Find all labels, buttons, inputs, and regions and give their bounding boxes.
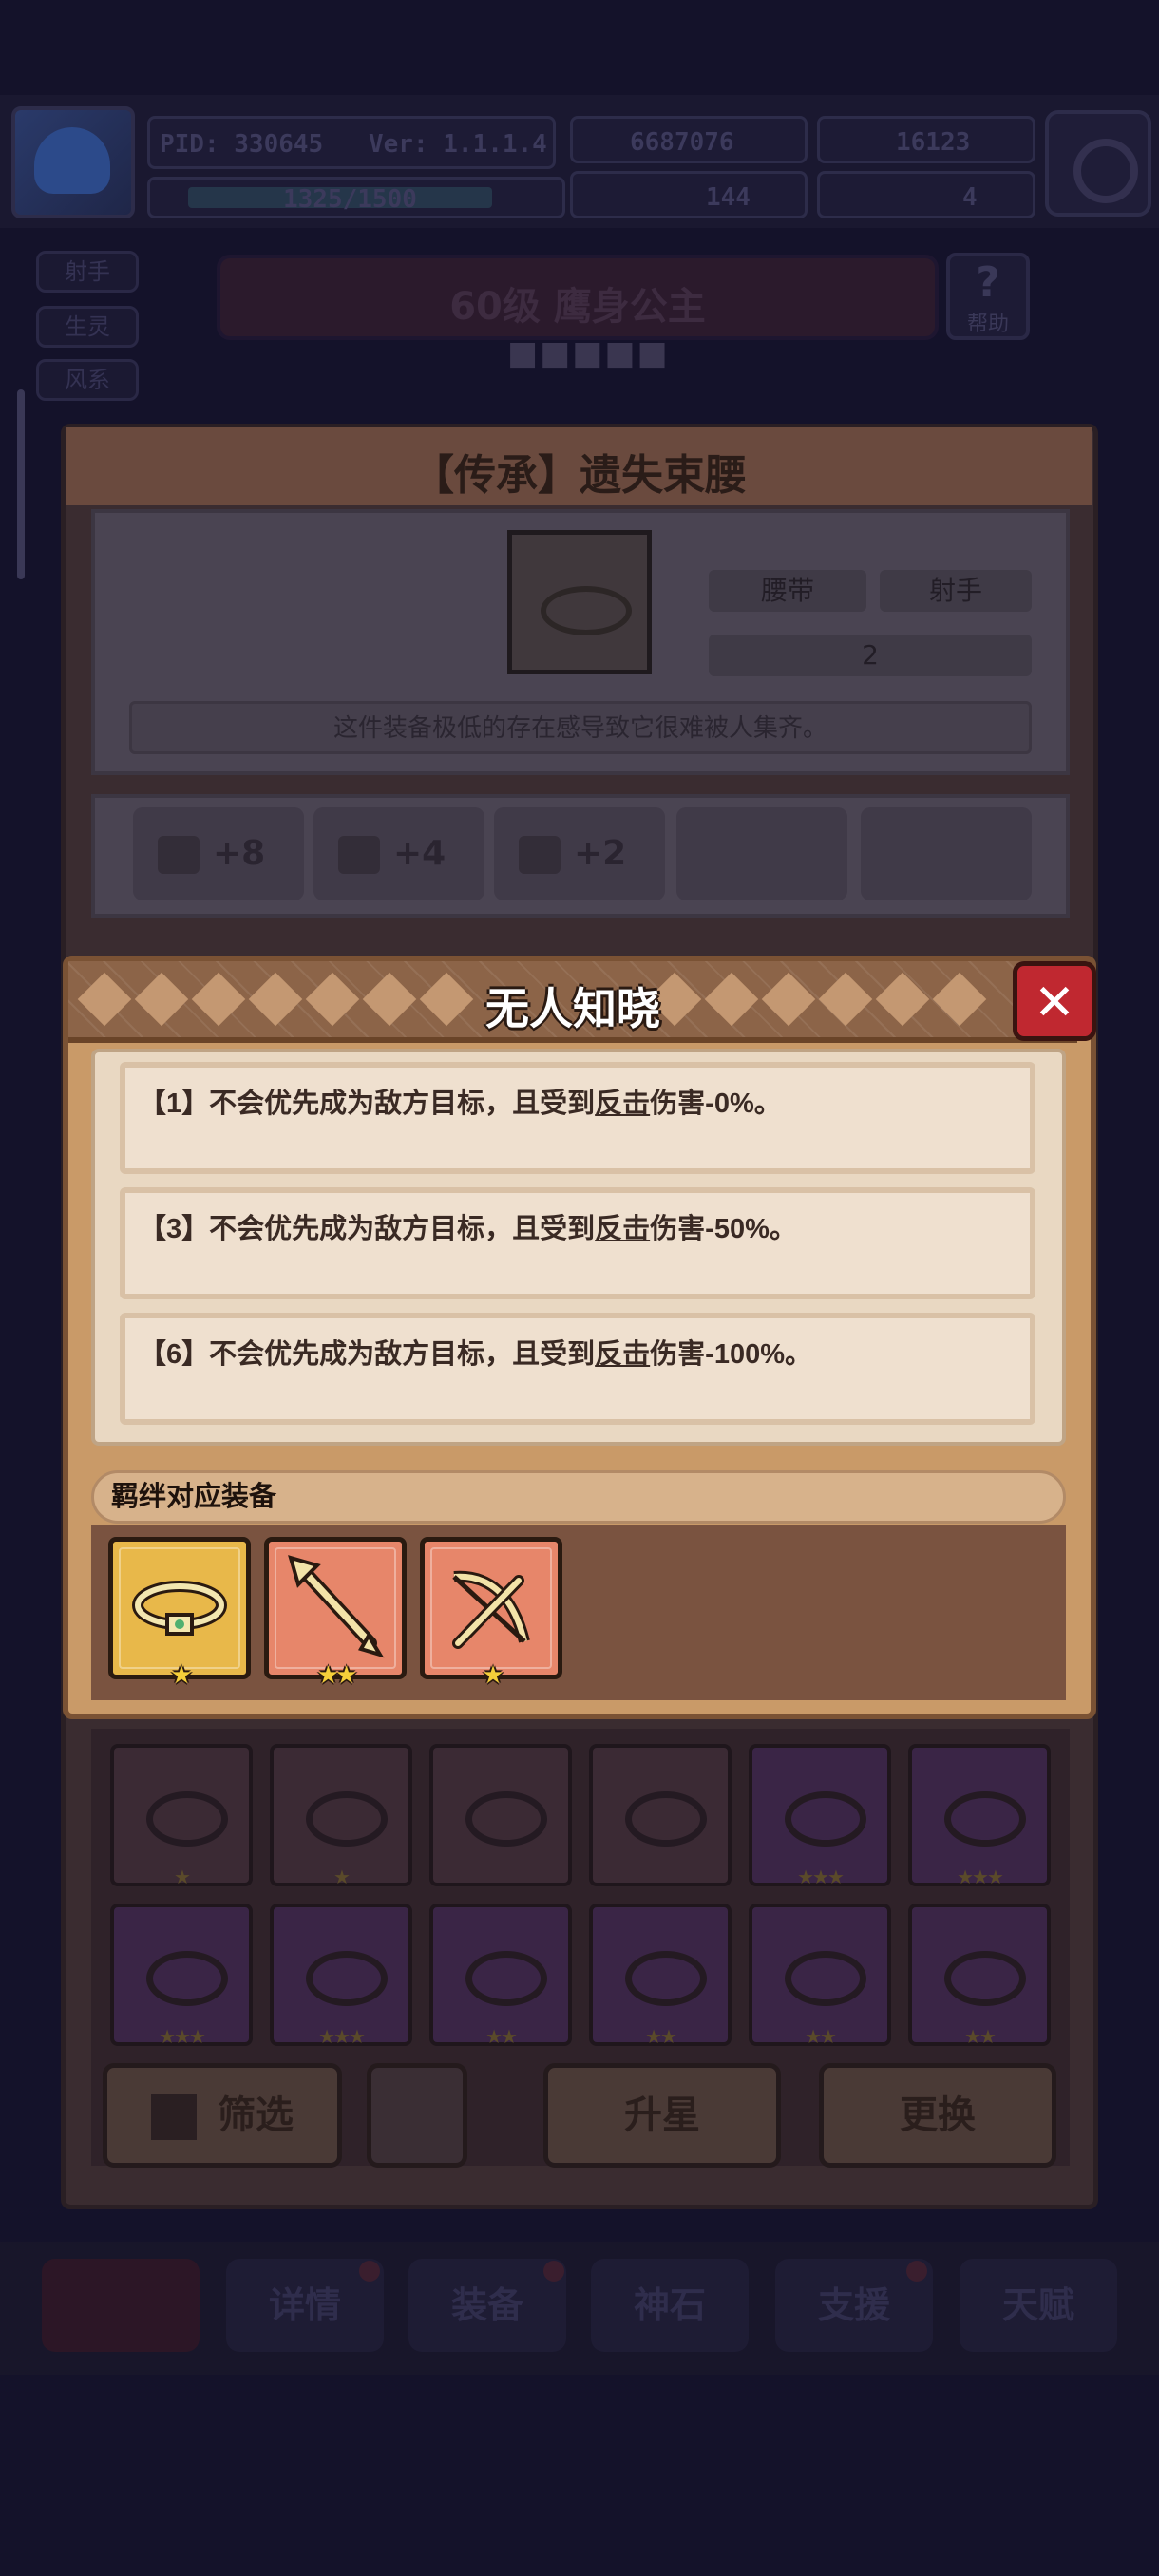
- effect-tier-1: 【1】不会优先成为敌方目标，且受到反击伤害-0%。: [120, 1062, 1036, 1174]
- player-avatar[interactable]: [11, 106, 135, 218]
- tag-wind: 风系: [36, 359, 139, 401]
- item-count-box: 2: [709, 635, 1032, 676]
- hero-title: 60级 鹰身公主: [449, 285, 706, 329]
- help-label: 帮助: [966, 313, 1009, 336]
- clover-counter: 144: [570, 171, 808, 218]
- pouch-icon: [519, 836, 560, 874]
- grid-item[interactable]: [429, 1744, 572, 1886]
- modal-header: 无人知晓: [68, 961, 1077, 1043]
- version-text: Ver: 1.1.1.4: [369, 130, 547, 159]
- stat-pouch: +2: [494, 807, 665, 900]
- bond-item-crossbow[interactable]: ★: [420, 1537, 562, 1690]
- counter-keyword[interactable]: 反击: [595, 1089, 650, 1119]
- key-counter: 4: [817, 171, 1036, 218]
- grid-item[interactable]: ★: [270, 1744, 412, 1888]
- effect-tier-6: 【6】不会优先成为敌方目标，且受到反击伤害-100%。: [120, 1313, 1036, 1425]
- arrow-icon: [288, 1555, 385, 1658]
- grid-icon: [151, 2094, 197, 2140]
- xp-bar: 1325/1500: [147, 177, 565, 218]
- grid-item[interactable]: ★★: [429, 1904, 572, 2048]
- hero-title-bar: 60级 鹰身公主: [217, 255, 939, 340]
- grid-item[interactable]: ★★★: [908, 1744, 1051, 1888]
- grid-item[interactable]: ★★★: [749, 1744, 891, 1888]
- grid-item[interactable]: ★★: [589, 1904, 732, 2048]
- tab-equipment-badge: [543, 2261, 564, 2282]
- gold-counter: 6687076: [570, 116, 808, 163]
- hero-star-rating: ■■■■■: [507, 334, 670, 372]
- boot-icon: [158, 836, 200, 874]
- stat-empty-2: [861, 807, 1032, 900]
- close-button[interactable]: ✕: [1013, 961, 1096, 1041]
- replace-button[interactable]: 更换: [819, 2063, 1056, 2168]
- gem-counter: 16123: [817, 116, 1036, 163]
- item-count: 2: [862, 639, 879, 671]
- grid-item[interactable]: ★★: [749, 1904, 891, 2048]
- upgrade-star-button[interactable]: 升星: [543, 2063, 781, 2168]
- close-icon: ✕: [1034, 975, 1075, 1032]
- pid-text: PID: 330645: [160, 130, 324, 159]
- effect-tier-3: 【3】不会优先成为敌方目标，且受到反击伤害-50%。: [120, 1187, 1036, 1299]
- stat-boot: +8: [133, 807, 304, 900]
- stat-feather: +4: [314, 807, 484, 900]
- counter-keyword[interactable]: 反击: [595, 1339, 650, 1370]
- help-button[interactable]: ? 帮助: [946, 253, 1030, 340]
- bond-equipment-label: 羁绊对应装备: [91, 1470, 1066, 1524]
- tag-archer: 射手: [36, 251, 139, 293]
- item-title: 【传承】遗失束腰: [412, 451, 747, 500]
- belt-icon: [132, 1581, 227, 1636]
- bond-item-belt[interactable]: ★: [108, 1537, 251, 1690]
- grid-item[interactable]: ★★★: [270, 1904, 412, 2048]
- tag-creature: 生灵: [36, 306, 139, 348]
- tab-support-badge: [906, 2261, 927, 2282]
- item-title-bar: 【传承】遗失束腰: [66, 427, 1092, 505]
- bond-item-arrow[interactable]: ★★: [264, 1537, 407, 1690]
- bond-item-stars: ★: [482, 1661, 504, 1690]
- item-description: 这件装备极低的存在感导致它很难被人集齐。: [129, 701, 1032, 754]
- filter-button[interactable]: 筛选: [103, 2063, 342, 2168]
- grid-item[interactable]: ★★★: [110, 1904, 253, 2048]
- refresh-button[interactable]: [367, 2063, 467, 2168]
- item-type-tag: 腰带: [709, 570, 866, 612]
- back-button[interactable]: [42, 2259, 200, 2352]
- tab-godstone[interactable]: 神石: [591, 2259, 749, 2352]
- bond-item-stars: ★★: [316, 1661, 358, 1690]
- crossbow-icon: [452, 1570, 530, 1649]
- feather-icon: [338, 836, 380, 874]
- player-info-box: PID: 330645 Ver: 1.1.1.4: [147, 116, 556, 169]
- item-class-tag: 射手: [880, 570, 1032, 612]
- tab-equipment[interactable]: 装备: [408, 2259, 566, 2352]
- grid-item[interactable]: ★★: [908, 1904, 1051, 2048]
- stat-empty-1: [676, 807, 847, 900]
- side-scrollbar[interactable]: [17, 389, 25, 579]
- gear-icon: [1074, 139, 1138, 203]
- settings-gear-button[interactable]: [1045, 110, 1151, 217]
- modal-title: 无人知晓: [485, 983, 660, 1034]
- grid-item[interactable]: ★: [110, 1744, 253, 1888]
- grid-item[interactable]: [589, 1744, 732, 1886]
- tab-talent[interactable]: 天赋: [960, 2259, 1117, 2352]
- tab-details-badge: [359, 2261, 380, 2282]
- counter-keyword[interactable]: 反击: [595, 1214, 650, 1244]
- xp-text: 1325/1500: [283, 185, 417, 214]
- bond-item-stars: ★: [170, 1661, 192, 1690]
- question-icon: ?: [976, 258, 1000, 307]
- item-belt-icon: [507, 530, 652, 674]
